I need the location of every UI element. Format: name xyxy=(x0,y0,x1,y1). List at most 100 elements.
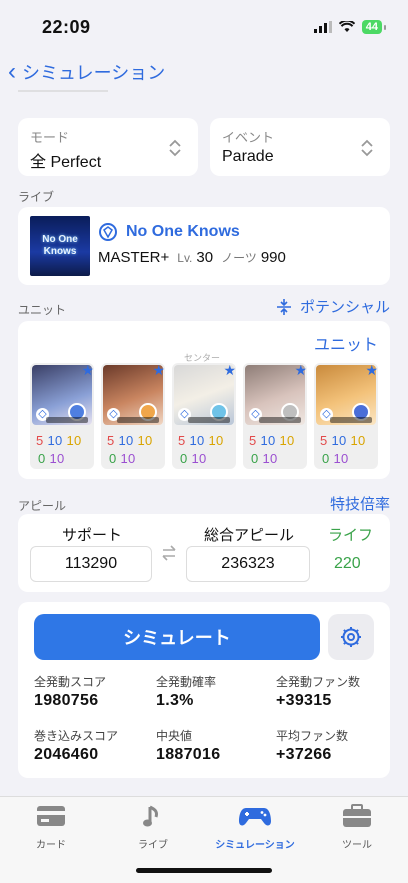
potential-life: 10 xyxy=(191,451,207,466)
skill-multiplier-link[interactable]: 特技倍率 xyxy=(330,493,390,514)
life-value: 220 xyxy=(334,555,361,572)
potential-life: 10 xyxy=(333,451,349,466)
mode-value: 全 Perfect xyxy=(30,154,102,171)
potential-life: 10 xyxy=(49,451,65,466)
potential-vocal: 5 xyxy=(249,433,257,448)
card-name-strip xyxy=(188,417,230,423)
idol-portrait: ★ ◇ xyxy=(316,362,378,425)
home-indicator xyxy=(136,868,272,873)
level-value: 30 xyxy=(196,249,214,266)
jacket-line-1: No One xyxy=(42,234,78,245)
song-jacket-image: No One Knows xyxy=(30,216,90,276)
potential-row-top: 5 10 10 xyxy=(249,433,295,448)
stat-value: +39315 xyxy=(276,692,332,709)
star-icon: ★ xyxy=(152,362,165,378)
potential-visual: 10 xyxy=(279,433,295,448)
potential-link-label: ポテンシャル xyxy=(300,299,391,316)
chevron-updown-icon xyxy=(361,139,373,157)
potential-adjust-icon xyxy=(277,298,291,315)
potential-skill: 0 xyxy=(251,451,259,466)
card-name-strip xyxy=(46,417,88,423)
potential-life: 10 xyxy=(120,451,136,466)
total-appeal-label: 総合アピール xyxy=(204,527,295,544)
back-chevron-icon[interactable]: ‹ xyxy=(8,60,16,84)
stat-value: 2046460 xyxy=(34,746,99,763)
tab-tools[interactable]: ツール xyxy=(317,803,397,851)
potential-row-bottom: 0 10 xyxy=(109,451,136,466)
star-icon: ★ xyxy=(294,362,307,378)
potential-link[interactable]: ポテンシャル xyxy=(276,296,390,317)
total-appeal-field[interactable]: 236323 xyxy=(186,546,310,582)
cool-type-icon xyxy=(99,223,117,241)
simulate-button[interactable]: シミュレート xyxy=(34,614,320,660)
stat-label: 全発動確率 xyxy=(156,675,217,689)
stat-label: 全発動ファン数 xyxy=(276,675,361,689)
stat-label: 中央値 xyxy=(156,729,193,743)
potential-dance: 10 xyxy=(118,433,134,448)
nav-bar: ‹ シミュレーション xyxy=(0,54,408,90)
potential-dance: 10 xyxy=(331,433,347,448)
star-icon: ★ xyxy=(81,362,94,378)
potential-row-top: 5 10 10 xyxy=(320,433,366,448)
potential-row-bottom: 0 10 xyxy=(38,451,65,466)
difficulty: MASTER+ xyxy=(98,249,170,266)
star-icon: ★ xyxy=(365,362,378,378)
potential-life: 10 xyxy=(262,451,278,466)
unit-member-card[interactable]: ★ ◇ 5 10 10 0 10 xyxy=(243,362,307,469)
mode-picker[interactable]: モード 全 Perfect xyxy=(18,118,198,176)
potential-row-top: 5 10 10 xyxy=(178,433,224,448)
tab-label: ツール xyxy=(342,840,372,851)
idol-portrait: ★ ◇ xyxy=(32,362,94,425)
unit-member-card[interactable]: ★ ◇ 5 10 10 0 10 xyxy=(314,362,378,469)
star-icon: ★ xyxy=(223,362,236,378)
potential-vocal: 5 xyxy=(107,433,115,448)
stat-label: 全発動スコア xyxy=(34,675,107,689)
potential-skill: 0 xyxy=(322,451,330,466)
unit-member-card-center[interactable]: ★ ◇ 5 10 10 0 10 xyxy=(172,362,236,469)
tab-label: ライブ xyxy=(138,840,168,851)
unit-link[interactable]: ユニット xyxy=(314,331,378,355)
cellular-signal-icon xyxy=(313,21,332,33)
potential-skill: 0 xyxy=(180,451,188,466)
jacket-line-2: Knows xyxy=(43,246,77,257)
swap-arrows-icon[interactable] xyxy=(160,544,178,562)
potential-vocal: 5 xyxy=(178,433,186,448)
tab-label: カード xyxy=(36,840,66,851)
potential-visual: 10 xyxy=(137,433,153,448)
appeal-card: サポート 113290 総合アピール 236323 ライフ 220 xyxy=(18,514,390,592)
nav-back-title[interactable]: シミュレーション xyxy=(22,59,165,85)
unit-member-card[interactable]: ★ ◇ 5 10 10 0 10 xyxy=(30,362,94,469)
potential-visual: 10 xyxy=(208,433,224,448)
idol-portrait: ★ ◇ xyxy=(245,362,307,425)
simulation-settings-button[interactable] xyxy=(328,614,374,660)
stat-label: 平均ファン数 xyxy=(276,729,349,743)
stat-label: 巻き込みスコア xyxy=(34,729,119,743)
stat-value: +37266 xyxy=(276,746,332,763)
live-section-label: ライブ xyxy=(18,190,55,204)
card-icon xyxy=(37,806,65,826)
potential-visual: 10 xyxy=(66,433,82,448)
chevron-updown-icon xyxy=(169,139,181,157)
live-song-card[interactable]: No One Knows No One Knows MASTER+ Lv. 30 ノー… xyxy=(18,207,390,285)
potential-row-top: 5 10 10 xyxy=(36,433,82,448)
potential-vocal: 5 xyxy=(36,433,44,448)
gear-icon xyxy=(341,627,361,647)
potential-row-bottom: 0 10 xyxy=(180,451,207,466)
tab-live[interactable]: ライブ xyxy=(113,803,193,851)
potential-dance: 10 xyxy=(260,433,276,448)
mode-label: モード xyxy=(30,130,70,145)
notes-label: ノーツ xyxy=(221,251,257,265)
toolbox-icon xyxy=(343,804,371,827)
potential-row-bottom: 0 10 xyxy=(251,451,278,466)
gamepad-icon xyxy=(239,808,271,826)
scrolled-content-edge xyxy=(18,90,108,100)
event-picker[interactable]: イベント Parade xyxy=(210,118,390,176)
support-appeal-field[interactable]: 113290 xyxy=(30,546,152,582)
unit-member-card[interactable]: ★ ◇ 5 10 10 0 10 xyxy=(101,362,165,469)
song-meta: MASTER+ Lv. 30 ノーツ 990 xyxy=(98,249,286,266)
potential-visual: 10 xyxy=(350,433,366,448)
tab-card[interactable]: カード xyxy=(11,803,91,851)
tab-simulation[interactable]: シミュレーション xyxy=(215,803,295,851)
appeal-section-label: アピール xyxy=(18,499,67,513)
life-label: ライフ xyxy=(328,527,374,544)
